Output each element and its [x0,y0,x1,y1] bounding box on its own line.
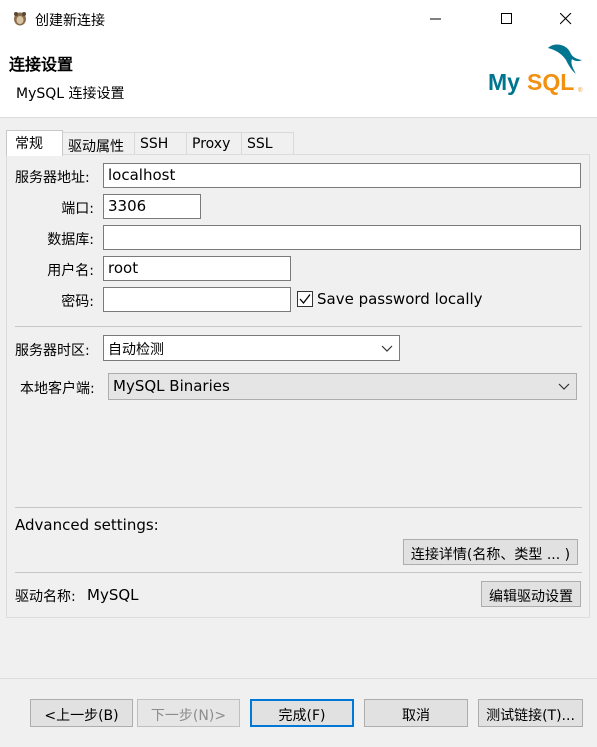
username-label: 用户名: [47,263,94,279]
minimize-button[interactable] [413,0,459,38]
divider [15,572,582,573]
password-input[interactable] [103,287,291,312]
chevron-down-icon [381,345,393,352]
title-bar: 创建新连接 [0,0,597,38]
checkmark-icon [299,294,311,305]
tab-driver-properties[interactable]: 驱动属性 [62,132,135,155]
close-icon [560,13,572,25]
timezone-select[interactable]: 自动检测 [103,335,400,361]
password-label: 密码: [61,294,94,310]
maximize-button[interactable] [484,0,530,38]
save-password-label[interactable]: Save password locally [317,290,483,308]
footer-divider [0,678,597,679]
finish-button[interactable]: 完成(F) [250,699,354,727]
port-label: 端口: [61,201,94,217]
dbeaver-app-icon [14,12,26,26]
save-password-checkbox[interactable] [297,291,313,307]
close-button[interactable] [543,0,589,38]
tab-proxy[interactable]: Proxy [186,132,242,155]
window-title: 创建新连接 [35,13,105,29]
local-client-label: 本地客户端: [20,381,95,397]
username-input[interactable]: root [103,256,291,281]
chevron-down-icon [558,383,570,390]
driver-name-value: MySQL [87,586,139,604]
host-label: 服务器地址: [15,170,90,186]
divider [15,507,582,508]
database-input[interactable] [103,225,581,250]
cancel-button[interactable]: 取消 [364,699,468,727]
test-connection-button[interactable]: 测试链接(T)... [478,699,583,727]
host-input[interactable]: localhost [103,163,581,188]
timezone-label: 服务器时区: [15,343,90,359]
divider [15,326,582,327]
edit-driver-button[interactable]: 编辑驱动设置 [481,581,581,607]
page-subtitle: MySQL 连接设置 [16,86,125,102]
tab-ssh[interactable]: SSH [134,132,187,155]
minimize-icon [430,18,441,20]
mysql-logo: My SQL ® [488,44,583,95]
page-title: 连接设置 [9,55,74,74]
svg-text:My: My [488,69,520,95]
next-button[interactable]: 下一步(N)> [137,699,240,727]
svg-text:SQL: SQL [527,69,574,95]
timezone-value: 自动检测 [108,342,164,358]
local-client-value: MySQL Binaries [113,377,230,395]
local-client-select[interactable]: MySQL Binaries [108,373,577,400]
connection-details-button[interactable]: 连接详情(名称、类型 ... ) [403,539,578,565]
svg-text:®: ® [578,87,583,94]
tab-general[interactable]: 常规 [6,130,63,156]
tab-ssl[interactable]: SSL [241,132,294,155]
port-input[interactable]: 3306 [103,194,201,219]
advanced-settings-label: Advanced settings: [15,516,159,534]
database-label: 数据库: [47,232,94,248]
maximize-icon [501,13,512,24]
driver-name-label: 驱动名称: [15,589,76,605]
dialog-header: 连接设置 MySQL 连接设置 My SQL ® [0,38,597,118]
back-button[interactable]: <上一步(B) [30,699,133,727]
